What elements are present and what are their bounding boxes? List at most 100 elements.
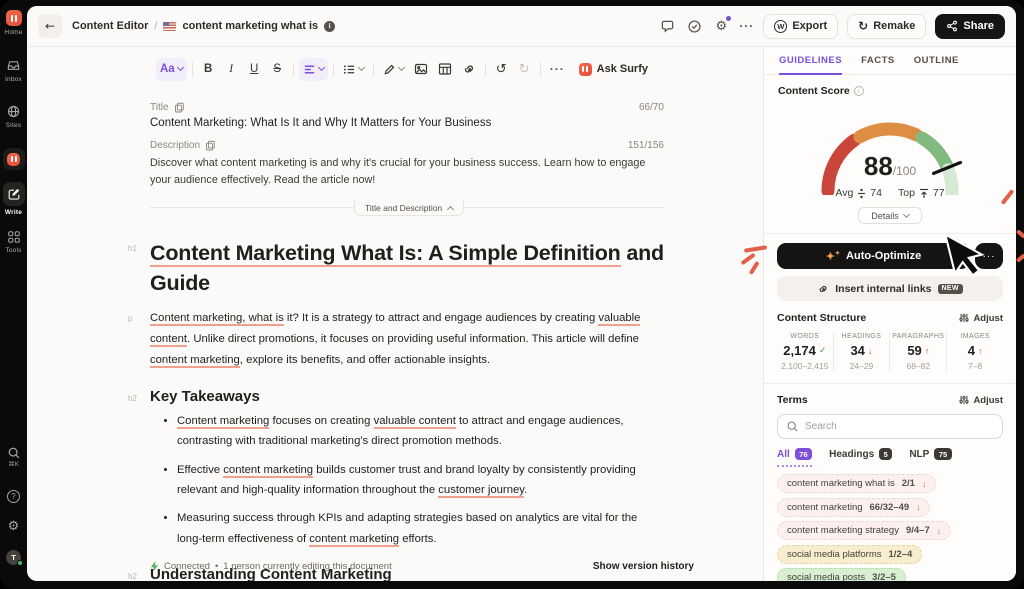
doc-h2[interactable]: Key Takeaways — [150, 388, 664, 405]
underline-button[interactable]: U — [244, 58, 265, 81]
structure-stat: WORDS 2,174 ✓ 2,100–2,415 — [777, 333, 833, 371]
title-description-collapse[interactable]: Title and Description — [354, 199, 465, 216]
structure-adjust-button[interactable]: Adjust — [959, 313, 1003, 324]
check-icon: ✓ — [818, 345, 827, 355]
info-icon[interactable]: i — [853, 86, 864, 96]
settings-button[interactable]: ⚙ — [0, 520, 27, 533]
terms-tabs: All 76 Headings 5 NLP 75 — [777, 448, 1003, 467]
structure-stats: WORDS 2,174 ✓ 2,100–2,415 HEADINGS 34 ↓ 24–29 PA… — [777, 333, 1003, 371]
term-count: 3/2–5 — [872, 572, 896, 581]
term-chip[interactable]: content marketing strategy 9/4–7 ↓ — [777, 521, 951, 540]
help-button[interactable]: ? — [0, 490, 27, 503]
details-button[interactable]: Details — [858, 207, 922, 224]
text-run: . — [524, 483, 528, 496]
online-status-dot — [17, 560, 23, 566]
block-type-label: h2 — [128, 571, 137, 581]
back-button[interactable]: ← — [38, 14, 62, 38]
sliders-icon — [959, 395, 970, 405]
search-shortcut[interactable]: ⌘K — [0, 446, 27, 468]
user-avatar[interactable]: T — [0, 550, 27, 566]
redo-button[interactable]: ↻ — [514, 58, 535, 81]
insert-table-button[interactable] — [434, 58, 456, 81]
red-annotation-stroke — [1015, 253, 1024, 263]
content-structure-section: Content Structure Adjust WORDS 2,174 ✓ 2,10… — [764, 301, 1016, 384]
align-left-icon — [304, 65, 314, 73]
chevron-up-icon — [447, 205, 455, 213]
copy-icon[interactable] — [174, 102, 185, 113]
export-button[interactable]: W Export — [763, 13, 839, 39]
link-icon — [819, 285, 827, 292]
link-icon — [464, 65, 473, 73]
term-chip[interactable]: content marketing what is 2/1 ↓ — [777, 474, 937, 493]
content-structure-title: Content Structure — [777, 312, 867, 324]
checks-button[interactable] — [685, 17, 703, 35]
auto-optimize-button[interactable]: ✦✦ Auto-Optimize — [777, 243, 970, 269]
editing-status: 1 person currently editing this document — [223, 561, 392, 572]
sidebar-item-home[interactable]: Home — [0, 10, 27, 36]
strikethrough-button[interactable]: S — [267, 58, 288, 81]
arrow-up-icon: ↑ — [978, 345, 983, 356]
remake-button[interactable]: ↻ Remake — [847, 13, 927, 39]
terms-adjust-button[interactable]: Adjust — [959, 395, 1003, 406]
check-circle-icon — [688, 19, 701, 33]
terms-tab-nlp[interactable]: NLP 75 — [909, 448, 952, 467]
text-style-button[interactable]: Aa — [156, 57, 187, 81]
term-chip[interactable]: social media posts 3/2–5 — [777, 568, 906, 581]
terms-section: Terms Adjust All 76 Headings 5 NLP 75 content… — [764, 384, 1016, 581]
copy-icon[interactable] — [205, 140, 216, 151]
panel-tabs: GUIDELINES FACTS OUTLINE — [764, 48, 1016, 75]
app-surface: ← Content Editor / content marketing wha… — [27, 6, 1016, 581]
sidebar-item-sites[interactable]: Sites — [0, 104, 27, 129]
terms-tab-all[interactable]: All 76 — [777, 448, 813, 467]
sidebar-item-surfer[interactable] — [0, 148, 27, 170]
text-run: . Unlike direct promotions, it focuses o… — [187, 333, 639, 346]
document-body[interactable]: h1 Content Marketing What Is: A Simple De… — [128, 224, 664, 581]
numbered-list-icon — [343, 64, 354, 74]
doc-h1[interactable]: Content Marketing What Is: A Simple Defi… — [150, 238, 664, 298]
info-icon[interactable]: i — [324, 20, 336, 32]
text-run: , explore its benefits, and offer action… — [239, 353, 491, 366]
italic-button[interactable]: I — [221, 58, 242, 81]
more-options-button[interactable]: ··· — [739, 19, 754, 33]
undo-button[interactable]: ↺ — [491, 58, 512, 81]
meta-description-field[interactable]: Discover what content marketing is and w… — [150, 155, 664, 188]
term-chip[interactable]: content marketing 66/32–49 ↓ — [777, 497, 931, 517]
tab-facts[interactable]: FACTS — [861, 55, 895, 75]
bullet-item[interactable]: Measuring success through KPIs and adapt… — [177, 508, 664, 549]
list-button[interactable] — [339, 58, 368, 81]
score-max: /100 — [892, 164, 917, 178]
doc-p[interactable]: Content marketing, what is it? It is a s… — [150, 308, 664, 371]
tab-guidelines[interactable]: GUIDELINES — [779, 55, 843, 75]
insert-link-button[interactable] — [458, 58, 480, 81]
stat-value: 2,174 — [783, 343, 816, 358]
term-chip[interactable]: social media platforms 1/2–4 — [777, 544, 923, 564]
pen-button[interactable] — [379, 58, 408, 81]
insert-image-button[interactable] — [410, 58, 432, 81]
bold-button[interactable]: B — [198, 58, 219, 81]
terms-search-input[interactable] — [778, 415, 1002, 438]
terms-tab-headings[interactable]: Headings 5 — [829, 448, 893, 467]
sidebar-item-write[interactable]: Write — [0, 182, 27, 216]
description-label: Description — [150, 140, 201, 151]
ask-surfy-button[interactable]: Ask Surfy — [578, 62, 648, 76]
editor-settings-button[interactable]: ⚙ — [712, 16, 732, 35]
stat-label: WORDS — [790, 333, 820, 340]
align-button[interactable] — [298, 57, 328, 81]
sidebar-item-tools[interactable]: Tools — [0, 230, 27, 254]
show-version-history-link[interactable]: Show version history — [593, 561, 694, 572]
meta-title-field[interactable]: Content Marketing: What Is It and Why It… — [150, 117, 664, 129]
bullet-item[interactable]: Effective content marketing builds custo… — [177, 460, 664, 501]
breadcrumb-content-editor[interactable]: Content Editor — [72, 20, 148, 32]
sidebar-item-inbox[interactable]: Inbox — [0, 58, 27, 83]
tab-outline[interactable]: OUTLINE — [914, 55, 959, 75]
bullet-list[interactable]: Content marketing focuses on creating va… — [150, 411, 664, 549]
tab-count-badge: 5 — [879, 448, 893, 460]
document-title[interactable]: content marketing what is — [182, 20, 318, 32]
share-button[interactable]: Share — [935, 13, 1005, 39]
sidebar-item-label: Tools — [5, 247, 22, 254]
stat-value: 34 — [850, 343, 865, 358]
bullet-item[interactable]: Content marketing focuses on creating va… — [177, 411, 664, 452]
stat-range: 2,100–2,415 — [781, 361, 829, 371]
toolbar-more-button[interactable]: ··· — [546, 58, 569, 81]
comments-button[interactable] — [658, 17, 676, 35]
